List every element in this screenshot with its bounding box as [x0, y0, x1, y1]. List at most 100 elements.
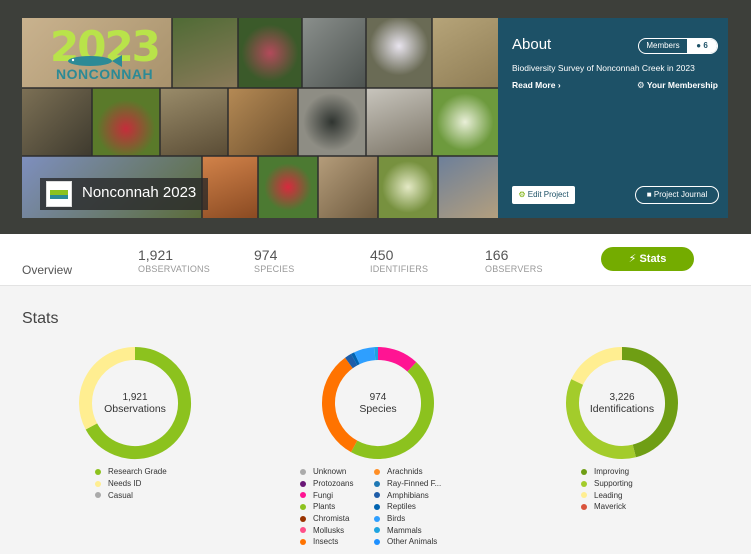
- stats-heading: Stats: [22, 310, 59, 327]
- legend-item-unknown[interactable]: Unknown: [300, 466, 374, 478]
- legend-label: Chromista: [313, 514, 350, 524]
- donut-center-label: Observations: [104, 402, 166, 415]
- stat-observations[interactable]: 1,921 OBSERVATIONS: [138, 247, 210, 274]
- legend-item-reptiles[interactable]: Reptiles: [374, 501, 448, 513]
- logo-name: NONCONNAH: [56, 66, 154, 82]
- legend-dot: [300, 480, 306, 487]
- project-title: Nonconnah 2023: [82, 184, 197, 201]
- legend-label: Other Animals: [387, 537, 438, 547]
- legend-item-needs-id[interactable]: Needs ID: [95, 478, 167, 490]
- legend-label: Insects: [313, 537, 339, 547]
- stat-value: 974: [254, 247, 278, 263]
- legend-item-birds[interactable]: Birds: [374, 513, 448, 525]
- stat-species[interactable]: 974 SPECIES: [254, 247, 294, 274]
- donut-center-value: 1,921: [122, 391, 148, 403]
- legend-label: Fungi: [313, 490, 334, 500]
- legend-dot: [581, 468, 587, 475]
- stat-label: SPECIES: [254, 264, 295, 274]
- stat-identifiers[interactable]: 450 IDENTIFIERS: [370, 247, 428, 274]
- legend-dot: [374, 527, 380, 534]
- legend-item-leading[interactable]: Leading: [581, 489, 633, 501]
- project-journal-button[interactable]: ■ Project Journal: [635, 186, 719, 204]
- legend-dot: [374, 480, 380, 487]
- person-icon: ●: [696, 41, 702, 50]
- legend-item-fungi[interactable]: Fungi: [300, 489, 374, 501]
- legend-item-mammals[interactable]: Mammals: [374, 524, 448, 536]
- legend-item-research-grade[interactable]: Research Grade: [95, 466, 167, 478]
- stat-label: IDENTIFIERS: [370, 264, 429, 274]
- legend-label: Mammals: [387, 525, 422, 535]
- stat-observers[interactable]: 166 OBSERVERS: [485, 247, 543, 274]
- legend-dot: [300, 515, 306, 522]
- legend-dot: [581, 503, 587, 510]
- stat-value: 1,921: [138, 247, 174, 263]
- legend-label: Leading: [594, 490, 623, 500]
- legend-label: Plants: [313, 502, 336, 512]
- legend-label: Research Grade: [108, 467, 167, 477]
- legend-dot: [300, 492, 306, 499]
- legend-item-mollusks[interactable]: Mollusks: [300, 524, 374, 536]
- read-more-link[interactable]: Read More ›: [512, 80, 561, 90]
- stat-label: OBSERVERS: [485, 264, 543, 274]
- legend-item-casual[interactable]: Casual: [95, 489, 167, 501]
- legend-item-plants[interactable]: Plants: [300, 501, 374, 513]
- legend-label: Birds: [387, 514, 406, 524]
- legend-label: Maverick: [594, 502, 627, 512]
- legend-item-ray-finned-f[interactable]: Ray-Finned F...: [374, 478, 448, 490]
- identifications-donut-center: 3,226 Identifications: [565, 346, 679, 460]
- legend-item-maverick[interactable]: Maverick: [581, 501, 633, 513]
- project-stats-bar: Overview 1,921 OBSERVATIONS 974 SPECIES …: [0, 234, 751, 286]
- legend-label: Improving: [594, 467, 630, 477]
- legend-label: Ray-Finned F...: [387, 479, 442, 489]
- legend-item-protozoans[interactable]: Protozoans: [300, 478, 374, 490]
- legend-item-amphibians[interactable]: Amphibians: [374, 489, 448, 501]
- legend-label: Reptiles: [387, 502, 416, 512]
- project-banner: 2023 NONCONNAH Nonconnah 2023 About Memb…: [0, 0, 751, 234]
- tab-overview[interactable]: Overview: [22, 263, 72, 277]
- legend-item-chromista[interactable]: Chromista: [300, 513, 374, 525]
- project-logo-icon: [50, 190, 68, 199]
- observations-donut-center: 1,921 Observations: [78, 346, 192, 460]
- species-donut-center: 974 Species: [321, 346, 435, 460]
- legend-dot: [95, 480, 101, 487]
- stats-tab-button[interactable]: ⚡ Stats: [601, 247, 694, 271]
- legend-label: Casual: [108, 490, 133, 500]
- lightning-icon: ⚡: [628, 253, 637, 265]
- donut-center-value: 3,226: [609, 391, 635, 403]
- stat-value: 166: [485, 247, 509, 263]
- legend-dot: [95, 468, 101, 475]
- legend-dot: [374, 538, 380, 545]
- observations-legend: Research Grade Needs ID Casual: [95, 466, 167, 501]
- identifications-legend: Improving Supporting Leading Maverick: [581, 466, 633, 513]
- legend-dot: [300, 468, 306, 475]
- journal-icon: ■: [646, 190, 652, 199]
- legend-label: Arachnids: [387, 467, 423, 477]
- donut-center-label: Species: [359, 402, 397, 415]
- legend-dot: [374, 515, 380, 522]
- stat-value: 450: [370, 247, 394, 263]
- legend-dot: [581, 480, 587, 487]
- legend-label: Unknown: [313, 467, 347, 477]
- gear-icon: ⚙: [518, 190, 526, 199]
- legend-item-insects[interactable]: Insects: [300, 536, 374, 548]
- members-count: ● 6: [687, 39, 717, 53]
- legend-item-supporting[interactable]: Supporting: [581, 478, 633, 490]
- legend-dot: [300, 503, 306, 510]
- legend-dot: [300, 538, 306, 545]
- legend-label: Supporting: [594, 479, 633, 489]
- legend-dot: [95, 492, 101, 499]
- legend-label: Protozoans: [313, 479, 354, 489]
- legend-dot: [300, 527, 306, 534]
- species-legend: Unknown Protozoans Fungi Plants Chromista Mol…: [300, 466, 448, 548]
- members-button[interactable]: Members ● 6: [638, 38, 718, 54]
- stat-label: OBSERVATIONS: [138, 264, 210, 274]
- legend-item-other-animals[interactable]: Other Animals: [374, 536, 448, 548]
- about-title: About: [512, 36, 552, 53]
- project-avatar: [46, 181, 72, 207]
- legend-dot: [581, 492, 587, 499]
- legend-label: Mollusks: [313, 525, 345, 535]
- your-membership-link[interactable]: ⚙ Your Membership: [637, 80, 718, 91]
- legend-item-improving[interactable]: Improving: [581, 466, 633, 478]
- legend-item-arachnids[interactable]: Arachnids: [374, 466, 448, 478]
- edit-project-button[interactable]: ⚙ Edit Project: [512, 186, 575, 204]
